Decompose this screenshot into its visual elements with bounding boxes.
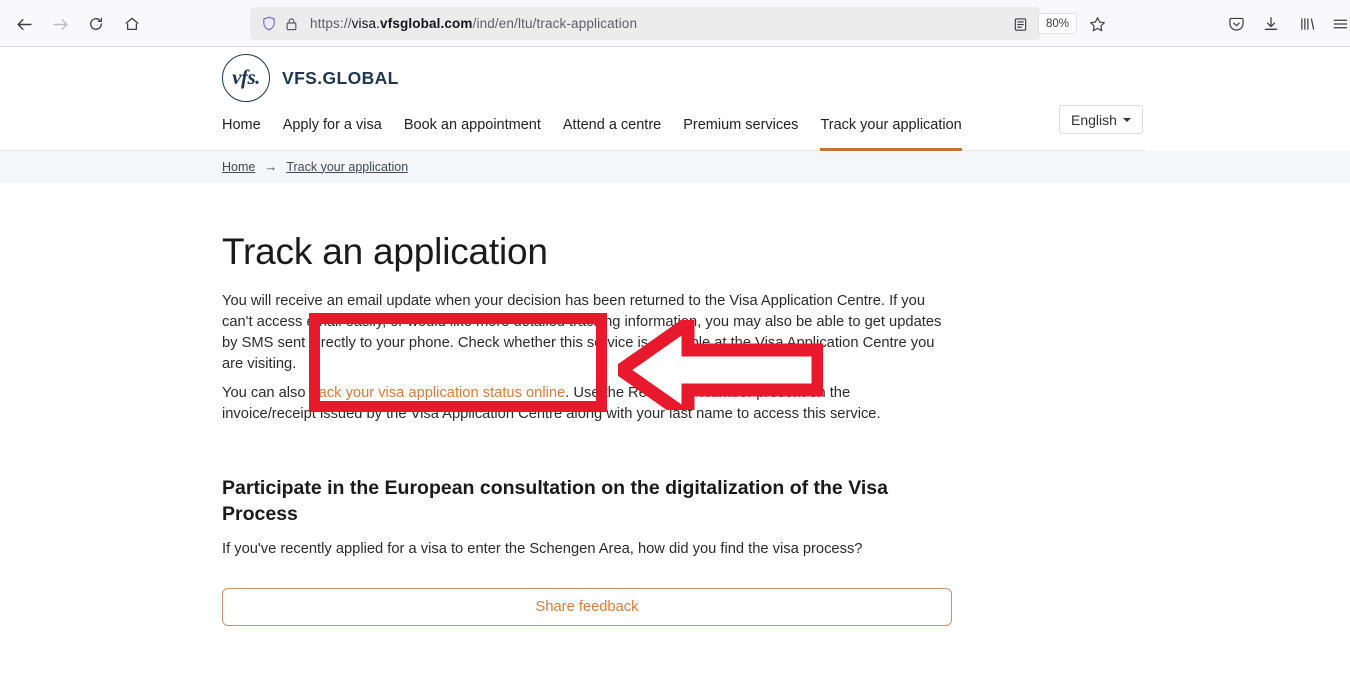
- brand-wordmark: VFS.GLOBAL: [282, 67, 399, 88]
- hamburger-menu-icon[interactable]: [1325, 9, 1350, 39]
- nav-item-home[interactable]: Home: [222, 103, 261, 151]
- zoom-level-indicator[interactable]: 80%: [1038, 13, 1078, 34]
- breadcrumb-bar: Home → Track your application: [0, 151, 1350, 183]
- reader-view-icon[interactable]: [1005, 9, 1035, 39]
- browser-toolbar: https://visa.vfsglobal.com/ind/en/ltu/tr…: [0, 0, 1350, 47]
- reload-icon[interactable]: [81, 9, 111, 39]
- nav-item-attend-a-centre[interactable]: Attend a centre: [563, 103, 661, 151]
- page-title: Track an application: [222, 231, 548, 272]
- back-arrow-icon[interactable]: [9, 9, 39, 39]
- nav-item-book-an-appointment[interactable]: Book an appointment: [404, 103, 541, 151]
- consultation-section-subtext: If you've recently applied for a visa to…: [222, 540, 863, 557]
- url-text: https://visa.vfsglobal.com/ind/en/ltu/tr…: [310, 16, 638, 31]
- nav-item-apply-for-a-visa[interactable]: Apply for a visa: [283, 103, 382, 151]
- vfs-global-logo[interactable]: vfs. VFS.GLOBAL: [222, 54, 399, 102]
- site-header: vfs. VFS.GLOBAL: [0, 47, 1145, 103]
- home-icon[interactable]: [117, 9, 147, 39]
- bookmark-star-icon[interactable]: [1082, 9, 1112, 39]
- track-paragraph-lead: You can also: [222, 384, 310, 401]
- track-paragraph: You can also track your visa application…: [222, 383, 916, 426]
- downloads-icon[interactable]: [1256, 9, 1286, 39]
- breadcrumb-item-home[interactable]: Home: [222, 160, 255, 174]
- nav-item-premium-services[interactable]: Premium services: [683, 103, 798, 151]
- address-bar[interactable]: https://visa.vfsglobal.com/ind/en/ltu/tr…: [250, 7, 1040, 40]
- shield-icon[interactable]: [258, 13, 280, 35]
- main-content: Track an application You will receive an…: [222, 183, 952, 626]
- share-feedback-button[interactable]: Share feedback: [222, 588, 952, 626]
- nav-list: Home Apply for a visa Book an appointment A…: [222, 103, 963, 151]
- library-icon[interactable]: [1292, 9, 1322, 39]
- pocket-icon[interactable]: [1221, 9, 1251, 39]
- forward-arrow-icon[interactable]: [45, 9, 75, 39]
- breadcrumb-arrow-icon: →: [264, 159, 278, 174]
- breadcrumb-item-current[interactable]: Track your application: [286, 160, 408, 174]
- consultation-section-heading: Participate in the European consultation…: [222, 477, 888, 526]
- track-status-online-link[interactable]: track your visa application status onlin…: [310, 385, 566, 401]
- page-viewport: vfs. VFS.GLOBAL English Home Apply for a …: [0, 47, 1350, 685]
- main-navigation: Home Apply for a visa Book an appointment A…: [0, 103, 1145, 151]
- lock-icon[interactable]: [280, 13, 302, 35]
- logo-mark-text: vfs.: [232, 64, 260, 89]
- breadcrumb: Home → Track your application: [222, 159, 408, 174]
- nav-item-track-your-application[interactable]: Track your application: [820, 103, 963, 151]
- intro-paragraph: You will receive an email update when yo…: [222, 292, 942, 373]
- vfs-circle-logo-icon: vfs.: [222, 54, 270, 102]
